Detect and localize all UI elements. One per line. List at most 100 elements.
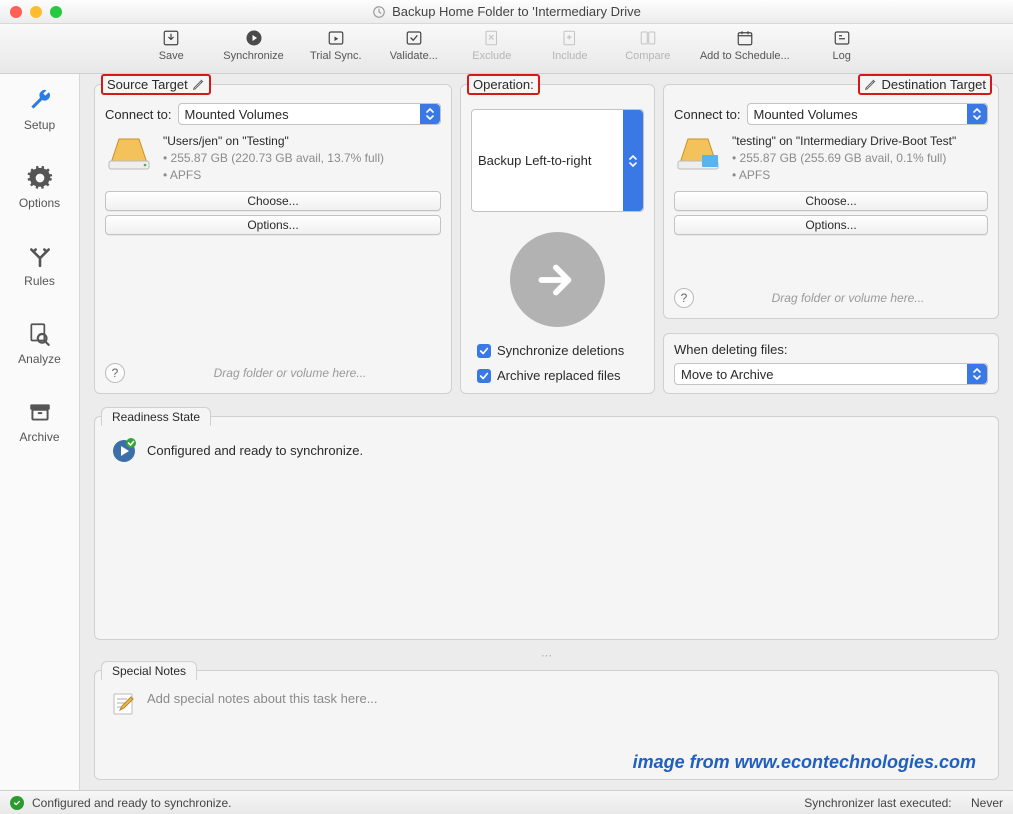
synchronize-button[interactable]: Synchronize xyxy=(223,28,284,62)
window-title-text: Backup Home Folder to 'Intermediary Driv… xyxy=(392,4,641,19)
source-drop-hint: Drag folder or volume here... xyxy=(139,366,441,380)
sidebar-item-analyze[interactable]: Analyze xyxy=(0,314,79,372)
destination-volume-row: "testing" on "Intermediary Drive-Boot Te… xyxy=(674,133,988,183)
chevron-updown-icon xyxy=(424,107,436,121)
compare-icon xyxy=(636,28,660,48)
compare-button: Compare xyxy=(622,28,674,62)
validate-button[interactable]: Validate... xyxy=(388,28,440,62)
operation-mode-select[interactable]: Backup Left-to-right xyxy=(471,109,644,212)
folder-drive-icon xyxy=(105,133,153,173)
save-label: Save xyxy=(159,50,184,62)
readiness-panel: Readiness State Configured and ready to … xyxy=(94,416,999,640)
ready-status-icon xyxy=(111,437,137,463)
splitter-grip[interactable]: ⋯ xyxy=(94,650,999,660)
calendar-icon xyxy=(733,28,757,48)
save-button[interactable]: Save xyxy=(145,28,197,62)
source-volume-size: • 255.87 GB (220.73 GB avail, 13.7% full… xyxy=(163,150,384,167)
destination-connect-label: Connect to: xyxy=(674,107,741,122)
operation-header: Operation: xyxy=(467,74,540,95)
destination-options-button[interactable]: Options... xyxy=(674,215,988,235)
compare-label: Compare xyxy=(625,50,670,62)
include-label: Include xyxy=(552,50,587,62)
source-volume-row: "Users/jen" on "Testing" • 255.87 GB (22… xyxy=(105,133,441,183)
notes-placeholder[interactable]: Add special notes about this task here..… xyxy=(147,691,378,706)
sidebar-item-archive[interactable]: Archive xyxy=(0,392,79,450)
trial-icon xyxy=(324,28,348,48)
branch-icon xyxy=(26,242,54,270)
source-drop-footer: ? Drag folder or volume here... xyxy=(105,363,441,383)
chevron-updown-icon xyxy=(971,367,983,381)
notes-icon xyxy=(111,691,137,717)
destination-connect-select[interactable]: Mounted Volumes xyxy=(747,103,989,125)
exclude-icon xyxy=(480,28,504,48)
operation-label: Operation: xyxy=(473,77,534,92)
log-icon xyxy=(830,28,854,48)
notes-panel: Special Notes Add special notes about th… xyxy=(94,670,999,780)
sidebar-analyze-label: Analyze xyxy=(18,352,61,366)
sidebar-item-options[interactable]: Options xyxy=(0,158,79,216)
destination-volume-title: "testing" on "Intermediary Drive-Boot Te… xyxy=(732,133,956,150)
destination-target-header: Destination Target xyxy=(858,74,992,95)
source-choose-button[interactable]: Choose... xyxy=(105,191,441,211)
status-right-label: Synchronizer last executed: xyxy=(804,796,951,810)
destination-help-button[interactable]: ? xyxy=(674,288,694,308)
source-volume-info: "Users/jen" on "Testing" • 255.87 GB (22… xyxy=(163,133,384,183)
folder-drive-icon xyxy=(674,133,722,173)
validate-icon xyxy=(402,28,426,48)
source-connect-select[interactable]: Mounted Volumes xyxy=(178,103,442,125)
trial-sync-label: Trial Sync. xyxy=(310,50,362,62)
source-target-label: Source Target xyxy=(107,77,188,92)
sidebar-rules-label: Rules xyxy=(24,274,55,288)
archive-replaced-label: Archive replaced files xyxy=(497,368,621,383)
source-volume-fs: • APFS xyxy=(163,167,384,184)
source-help-button[interactable]: ? xyxy=(105,363,125,383)
source-options-button[interactable]: Options... xyxy=(105,215,441,235)
main-area: Setup Options Rules Analyze Archive Sour… xyxy=(0,74,1013,790)
pencil-icon[interactable] xyxy=(864,78,877,91)
source-connect-value: Mounted Volumes xyxy=(185,107,289,122)
direction-arrow-icon xyxy=(510,232,605,327)
sync-deletions-label: Synchronize deletions xyxy=(497,343,624,358)
trial-sync-button[interactable]: Trial Sync. xyxy=(310,28,362,62)
add-schedule-button[interactable]: Add to Schedule... xyxy=(700,28,790,62)
destination-buttons: Choose... Options... xyxy=(674,191,988,235)
sidebar-archive-label: Archive xyxy=(19,430,59,444)
sidebar-item-setup[interactable]: Setup xyxy=(0,80,79,138)
source-connect-row: Connect to: Mounted Volumes xyxy=(105,103,441,125)
sync-deletions-checkbox[interactable]: Synchronize deletions xyxy=(477,343,624,358)
include-icon xyxy=(558,28,582,48)
source-volume-title: "Users/jen" on "Testing" xyxy=(163,133,384,150)
sidebar-item-rules[interactable]: Rules xyxy=(0,236,79,294)
pencil-icon[interactable] xyxy=(192,78,205,91)
play-icon xyxy=(242,28,266,48)
notes-content: Add special notes about this task here..… xyxy=(105,681,988,717)
document-icon xyxy=(372,5,386,19)
delete-mode-select[interactable]: Move to Archive xyxy=(674,363,988,385)
destination-drop-footer: ? Drag folder or volume here... xyxy=(674,288,988,308)
sidebar-setup-label: Setup xyxy=(24,118,55,132)
source-target-header: Source Target xyxy=(101,74,211,95)
chevron-updown-icon xyxy=(627,154,639,168)
status-right-value: Never xyxy=(971,796,1003,810)
save-icon xyxy=(159,28,183,48)
log-button[interactable]: Log xyxy=(816,28,868,62)
exclude-label: Exclude xyxy=(472,50,511,62)
destination-connect-value: Mounted Volumes xyxy=(754,107,858,122)
content: Source Target Connect to: Mounted Volume… xyxy=(80,74,1013,790)
source-buttons: Choose... Options... xyxy=(105,191,441,235)
log-label: Log xyxy=(833,50,851,62)
archive-icon xyxy=(26,398,54,426)
destination-choose-button[interactable]: Choose... xyxy=(674,191,988,211)
gear-icon xyxy=(26,164,54,192)
destination-connect-row: Connect to: Mounted Volumes xyxy=(674,103,988,125)
checkmark-icon xyxy=(477,344,491,358)
source-target-panel: Source Target Connect to: Mounted Volume… xyxy=(94,84,452,394)
validate-label: Validate... xyxy=(390,50,438,62)
toolbar: Save Synchronize Trial Sync. Validate...… xyxy=(0,24,1013,74)
archive-replaced-checkbox[interactable]: Archive replaced files xyxy=(477,368,621,383)
delete-mode-label: When deleting files: xyxy=(674,342,988,357)
checkmark-icon xyxy=(477,369,491,383)
delete-mode-value: Move to Archive xyxy=(681,367,774,382)
targets-row: Source Target Connect to: Mounted Volume… xyxy=(94,84,999,394)
synchronize-label: Synchronize xyxy=(223,50,284,62)
